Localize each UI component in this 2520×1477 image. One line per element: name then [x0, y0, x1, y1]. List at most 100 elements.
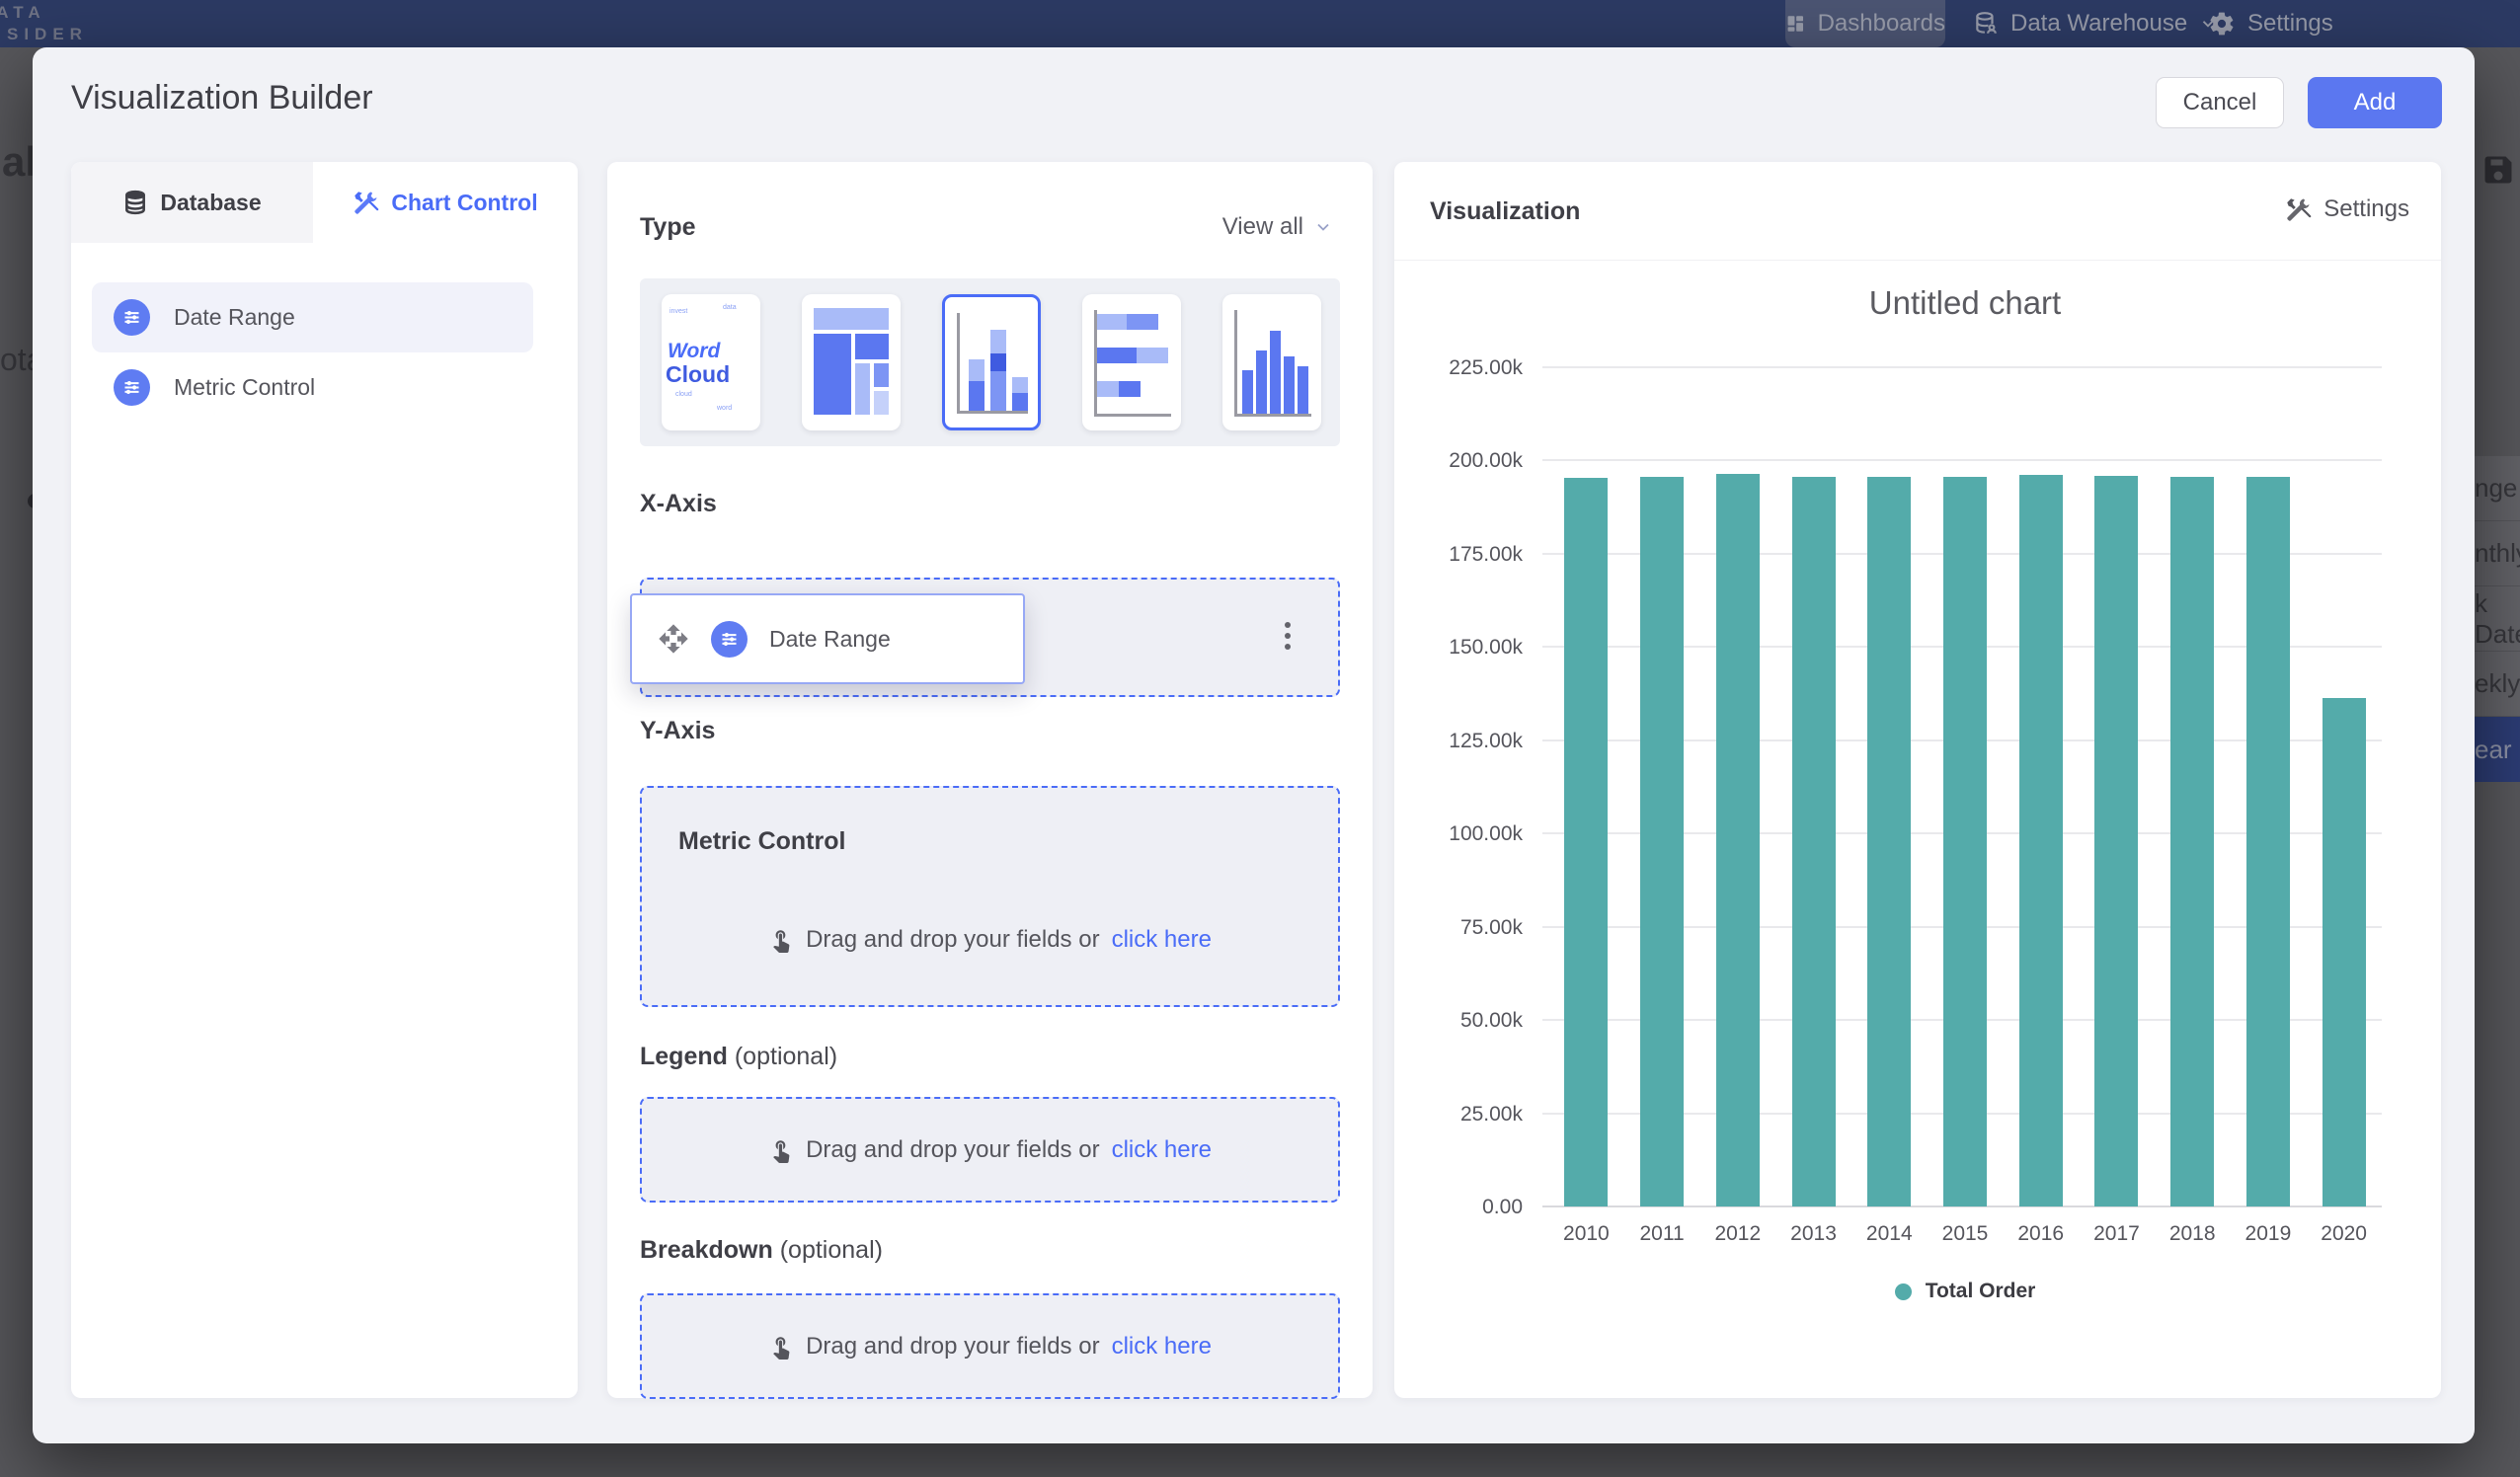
bar-2010[interactable] — [1564, 478, 1608, 1206]
field-item-date-range[interactable]: Date Range — [92, 282, 533, 352]
touch-icon — [768, 1137, 794, 1163]
control-icon — [711, 621, 748, 658]
chart-legend[interactable]: Total Order — [1548, 1280, 2382, 1303]
y-axis-box-title: Metric Control — [678, 827, 845, 856]
x-axis-dropzone[interactable]: Date Range Date Range — [640, 578, 1340, 697]
chart-type-strip: investdata Word Cloud cloudword — [640, 278, 1340, 446]
tab-database[interactable]: Database — [71, 162, 313, 243]
y-tick-label: 225.00k — [1404, 356, 1523, 380]
tab-database-label: Database — [160, 190, 261, 216]
chevron-down-icon — [1313, 217, 1333, 237]
legend-dropzone[interactable]: Drag and drop your fields or click here — [640, 1097, 1340, 1203]
y-tick-label: 0.00 — [1404, 1196, 1523, 1219]
field-item-metric-control[interactable]: Metric Control — [92, 352, 533, 423]
chart-title: Untitled chart — [1548, 284, 2382, 322]
screen: DATA INSIDER Dashboards Data Warehouse S… — [0, 0, 2520, 1477]
x-tick-label: 2018 — [2154, 1222, 2231, 1246]
tools-icon — [353, 190, 379, 216]
bar-2013[interactable] — [1792, 477, 1836, 1206]
drop-hint-text: Drag and drop your fields or — [806, 1333, 1100, 1360]
bar-2012[interactable] — [1716, 474, 1760, 1206]
save-icon — [2481, 152, 2516, 188]
top-navbar: DATA INSIDER Dashboards Data Warehouse S… — [0, 0, 2520, 47]
dragged-chip-date-range[interactable]: Date Range — [630, 593, 1025, 684]
nav-settings-label: Settings — [2247, 10, 2333, 38]
bar-2015[interactable] — [1943, 477, 1987, 1206]
touch-icon — [768, 927, 794, 953]
plot-area: 225.00k200.00k175.00k150.00k125.00k100.0… — [1548, 367, 2382, 1206]
x-axis-options-kebab[interactable] — [1285, 617, 1291, 655]
background-save-button — [2475, 144, 2520, 195]
touch-icon — [768, 1334, 794, 1360]
field-item-label: Date Range — [174, 304, 295, 331]
drop-hint-text: Drag and drop your fields or — [806, 1136, 1100, 1164]
x-tick-label: 2012 — [1699, 1222, 1776, 1246]
background-page-title-fragment: al — [2, 138, 37, 186]
background-menu-item: nge — [2475, 456, 2520, 521]
x-tick-label: 2020 — [2306, 1222, 2383, 1246]
visualization-header: Visualization Settings — [1394, 162, 2441, 261]
nav-settings[interactable]: Settings — [2208, 0, 2333, 47]
click-here-link[interactable]: click here — [1112, 926, 1212, 954]
bar-2011[interactable] — [1640, 477, 1684, 1206]
view-all-label: View all — [1222, 213, 1303, 241]
chart-type-treemap[interactable] — [802, 294, 901, 430]
bar-2014[interactable] — [1867, 477, 1911, 1206]
x-tick-label: 2010 — [1547, 1222, 1624, 1246]
bar-2016[interactable] — [2019, 475, 2063, 1206]
modal-title: Visualization Builder — [71, 79, 373, 117]
x-tick-label: 2013 — [1775, 1222, 1852, 1246]
x-tick-label: 2019 — [2230, 1222, 2307, 1246]
grid-line — [1542, 366, 2382, 368]
add-button[interactable]: Add — [2308, 77, 2442, 128]
y-axis-dropzone[interactable]: Metric Control Drag and drop your fields… — [640, 786, 1340, 1007]
cancel-button[interactable]: Cancel — [2156, 77, 2284, 128]
visualization-builder-modal: Visualization Builder Cancel Add Databas… — [33, 47, 2475, 1443]
tab-chart-control-label: Chart Control — [391, 190, 537, 216]
nav-dashboards[interactable]: Dashboards — [1785, 0, 1945, 47]
dragged-chip-label: Date Range — [769, 626, 891, 653]
fields-panel: Database Chart Control Date Range Metric… — [71, 162, 578, 1398]
type-section-label: Type — [640, 213, 696, 242]
control-icon — [114, 299, 150, 336]
legend-series-label: Total Order — [1926, 1280, 2036, 1303]
view-all-dropdown[interactable]: View all — [1222, 213, 1333, 241]
x-tick-label: 2015 — [1927, 1222, 2004, 1246]
click-here-link[interactable]: click here — [1112, 1333, 1212, 1360]
grid-line — [1542, 459, 2382, 461]
y-tick-label: 125.00k — [1404, 730, 1523, 753]
chart-type-column[interactable] — [1222, 294, 1321, 430]
click-here-link[interactable]: click here — [1112, 1136, 1212, 1164]
bar-2018[interactable] — [2170, 477, 2214, 1206]
y-axis-label: Y-Axis — [640, 717, 715, 745]
bar-2020[interactable] — [2323, 698, 2366, 1206]
legend-marker — [1895, 1283, 1912, 1300]
drop-hint-text: Drag and drop your fields or — [806, 926, 1100, 954]
bar-2019[interactable] — [2246, 477, 2290, 1206]
visualization-panel: Visualization Settings Untitled chart 22… — [1394, 162, 2441, 1398]
field-item-label: Metric Control — [174, 374, 315, 401]
chart-settings-button[interactable]: Settings — [2285, 195, 2409, 223]
y-tick-label: 150.00k — [1404, 636, 1523, 660]
app-logo: DATA INSIDER — [0, 2, 88, 45]
x-tick-label: 2016 — [2003, 1222, 2080, 1246]
nav-dashboards-label: Dashboards — [1818, 10, 1945, 38]
y-tick-label: 100.00k — [1404, 822, 1523, 846]
nav-data-warehouse[interactable]: Data Warehouse — [1973, 0, 2217, 47]
tools-icon — [2285, 196, 2312, 223]
background-menu-item-selected: ear — [2475, 717, 2520, 782]
nav-data-warehouse-label: Data Warehouse — [2010, 10, 2187, 38]
tab-chart-control[interactable]: Chart Control — [313, 162, 578, 243]
legend-section-label: Legend (optional) — [640, 1043, 837, 1071]
y-tick-label: 200.00k — [1404, 449, 1523, 473]
bar-2017[interactable] — [2094, 476, 2138, 1206]
chart-type-word-cloud[interactable]: investdata Word Cloud cloudword — [662, 294, 760, 430]
x-tick-label: 2017 — [2078, 1222, 2155, 1246]
x-tick-label: 2011 — [1623, 1222, 1700, 1246]
chart-type-stacked-column[interactable] — [942, 294, 1041, 430]
y-tick-label: 50.00k — [1404, 1009, 1523, 1033]
x-tick-label: 2014 — [1851, 1222, 1928, 1246]
y-tick-label: 75.00k — [1404, 916, 1523, 940]
breakdown-dropzone[interactable]: Drag and drop your fields or click here — [640, 1293, 1340, 1399]
chart-type-stacked-bar[interactable] — [1082, 294, 1181, 430]
